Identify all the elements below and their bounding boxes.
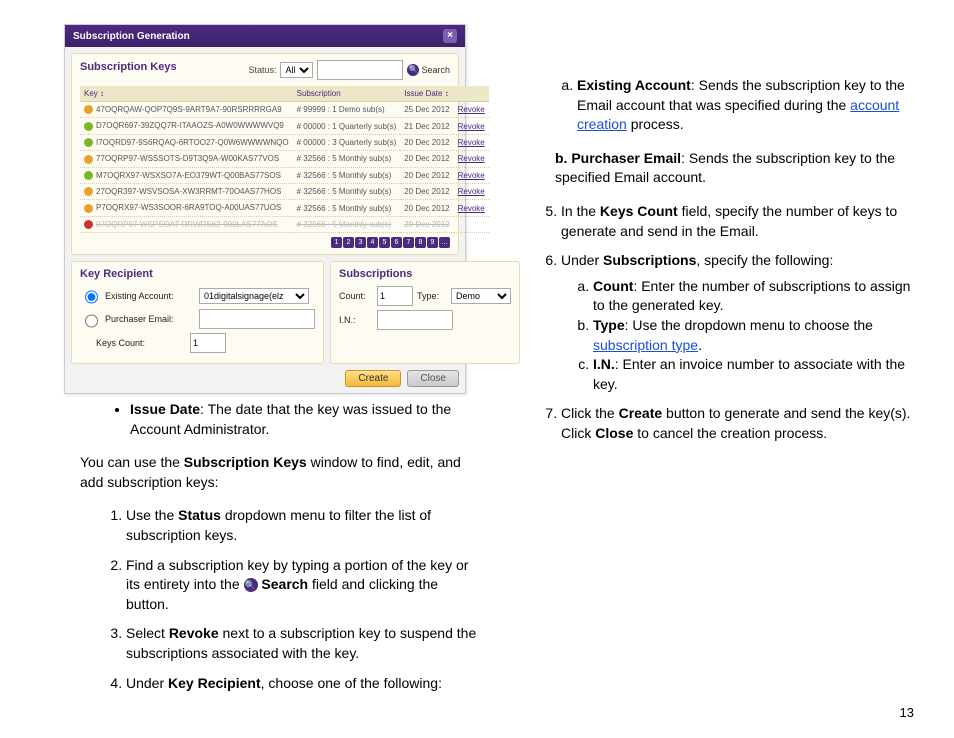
doc-left-column: Issue Date: The date that the key was is… [80,400,480,703]
revoke-link[interactable]: Revoke [458,187,485,196]
window-title: Subscription Generation [73,31,190,42]
status-icon [84,187,93,196]
status-icon [84,122,93,131]
pager-page[interactable]: … [439,237,450,248]
pager-page[interactable]: 9 [427,237,438,248]
revoke-link[interactable]: Revoke [458,204,485,213]
key-recipient-panel: Key Recipient Existing Account: 01digita… [71,261,324,364]
step-4: Under Key Recipient, choose one of the f… [126,674,480,694]
create-button[interactable]: Create [345,370,401,387]
status-icon [84,155,93,164]
keys-count-label: Keys Count: [96,338,186,348]
col-issue-date[interactable]: Issue Date ↕ [400,86,453,102]
purchaser-email-input[interactable] [199,309,315,329]
step-6a: Count: Enter the number of subscriptions… [593,277,915,316]
step-2: Find a subscription key by typing a port… [126,556,480,615]
issue-date-bullet: Issue Date: The date that the key was is… [130,400,480,439]
keys-table: Key ↕ Subscription Issue Date ↕ 47OQRQAW… [80,86,489,233]
col-subscription: Subscription [293,86,401,102]
step-4b: b. Purchaser Email: Sends the subscripti… [515,149,915,188]
step-6b: Type: Use the dropdown menu to choose th… [593,316,915,355]
revoke-link[interactable]: Revoke [458,122,485,131]
step-3: Select Revoke next to a subscription key… [126,624,480,663]
keys-count-input[interactable] [190,333,226,353]
pager-page[interactable]: 7 [403,237,414,248]
pager-page[interactable]: 4 [367,237,378,248]
window-titlebar: Subscription Generation × [65,25,465,47]
filter-bar: Status: All 🔍 Search [248,60,450,80]
type-select[interactable]: Demo [451,288,511,304]
subscription-generation-window: Subscription Generation × Subscription K… [64,24,466,394]
table-row: 27OQR397-WSVSOSA-XW3RRMT-70O4AS77HOS# 32… [80,183,489,199]
revoke-link[interactable]: Revoke [458,154,485,163]
col-key[interactable]: Key ↕ [80,86,293,102]
step-4a: Existing Account: Sends the subscription… [577,76,915,135]
existing-account-select[interactable]: 01digitalsignage(elz [199,288,309,304]
pager-page[interactable]: 2 [343,237,354,248]
pager-page[interactable]: 1 [331,237,342,248]
existing-account-label: Existing Account: [105,291,195,301]
status-icon [84,220,93,229]
revoke-link[interactable]: Revoke [458,105,485,114]
pager: 123456789… [80,237,450,248]
button-bar: Create Close [65,370,459,387]
search-icon: 🔍 [407,64,419,76]
table-row: P7OQRX97-WS3SOOR-6RA9TOQ-A00UAS77UOS# 32… [80,200,489,216]
in-label: I.N.: [339,315,373,325]
step-6c: I.N.: Enter an invoice number to associa… [593,355,915,394]
subscription-type-link[interactable]: subscription type [593,337,698,353]
status-icon [84,138,93,147]
table-row: 07OQRP97-WSPSOAT-RRWRS62-900LAS77AOS# 32… [80,216,489,232]
pager-page[interactable]: 8 [415,237,426,248]
close-button[interactable]: Close [407,370,459,387]
search-input[interactable] [317,60,403,80]
panel-title: Subscription Keys [80,61,177,73]
step-5: In the Keys Count field, specify the num… [561,202,915,241]
step-1: Use the Status dropdown menu to filter t… [126,506,480,545]
table-row: I7OQRD97-9S6RQAQ-6RTOO27-Q0W6WWWWNQO# 00… [80,134,489,150]
table-row: 47OQRQAW-QOP7Q9S-9ART9A7-90RSRRRRGA9# 99… [80,102,489,118]
purchaser-email-label: Purchaser Email: [105,314,195,324]
type-label: Type: [417,291,447,301]
table-row: M7OQRX97-WSXSO7A-EO379WT-Q00BAS77SOS# 32… [80,167,489,183]
revoke-link[interactable]: Revoke [458,171,485,180]
pager-page[interactable]: 6 [391,237,402,248]
status-icon [84,105,93,114]
status-select[interactable]: All [280,62,313,78]
subscriptions-title: Subscriptions [339,268,511,280]
count-label: Count: [339,291,373,301]
search-icon: 🔍 [244,578,258,592]
pager-page[interactable]: 3 [355,237,366,248]
status-label: Status: [248,65,276,75]
table-row: D7OQR697-39ZQQ7R-ITAAOZS-A0W0WWWWVQ9# 00… [80,118,489,134]
count-input[interactable] [377,286,413,306]
pager-page[interactable]: 5 [379,237,390,248]
page-number: 13 [900,705,914,720]
revoke-link[interactable]: Revoke [458,138,485,147]
subscriptions-panel: Subscriptions Count: Type: Demo I.N.: [330,261,520,364]
status-icon [84,171,93,180]
purchaser-email-radio[interactable] [85,313,98,329]
search-button[interactable]: 🔍 Search [407,64,450,76]
in-input[interactable] [377,310,453,330]
step-6: Under Subscriptions, specify the followi… [561,251,915,394]
existing-account-radio[interactable] [85,289,98,305]
subscription-keys-panel: Subscription Keys Status: All 🔍 Search K… [71,53,459,255]
table-row: 77OQRP97-WSSSOTS-D9T3Q9A-W00KAS77VOS# 32… [80,151,489,167]
status-icon [84,204,93,213]
doc-right-column: Existing Account: Sends the subscription… [515,70,915,454]
step-7: Click the Create button to generate and … [561,404,915,443]
intro-paragraph: You can use the Subscription Keys window… [80,453,480,492]
key-recipient-title: Key Recipient [80,268,315,280]
window-close-icon[interactable]: × [443,29,457,43]
